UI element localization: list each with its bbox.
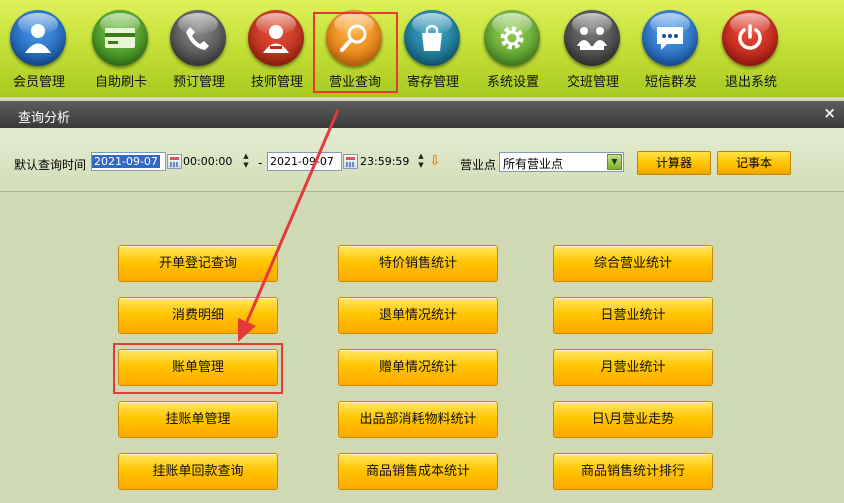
monthly-business-stats-button[interactable]: 月营业统计 xyxy=(553,349,713,386)
toolbar-label: 技师管理 xyxy=(250,75,303,90)
date-separator: - xyxy=(258,156,263,170)
notepad-button[interactable]: 记事本 xyxy=(717,151,791,175)
arrow-down-icon[interactable]: ⇩ xyxy=(429,153,441,169)
start-date-input[interactable]: 2021-09-07 xyxy=(91,152,166,171)
phone-icon xyxy=(170,10,226,66)
window-titlebar: 查询分析 × xyxy=(0,101,844,128)
chevron-down-icon[interactable]: ▼ xyxy=(607,154,622,170)
main-toolbar: 会员管理 自助刷卡 预订管理 技师管理 营业查询 寄存管理 系统设置 交班管理 … xyxy=(0,0,844,97)
window-title: 查询分析 xyxy=(18,111,71,126)
overall-business-stats-button[interactable]: 综合营业统计 xyxy=(553,245,713,282)
toolbar-label: 系统设置 xyxy=(486,75,539,90)
goods-cost-stats-button[interactable]: 商品销售成本统计 xyxy=(338,453,498,490)
gear-icon xyxy=(484,10,540,66)
toolbar-label: 预订管理 xyxy=(172,75,225,90)
close-icon[interactable]: × xyxy=(823,104,836,122)
calculator-button[interactable]: 计算器 xyxy=(637,151,711,175)
outlet-label: 营业点 xyxy=(460,158,497,172)
refund-stats-button[interactable]: 退单情况统计 xyxy=(338,297,498,334)
special-sales-stats-button[interactable]: 特价销售统计 xyxy=(338,245,498,282)
power-icon xyxy=(722,10,778,66)
gift-stats-button[interactable]: 赠单情况统计 xyxy=(338,349,498,386)
shift-icon xyxy=(564,10,620,66)
query-time-label: 默认查询时间 xyxy=(14,158,87,172)
bill-management-highlight-box xyxy=(113,343,283,394)
credit-repayment-query-button[interactable]: 挂账单回款查询 xyxy=(118,453,278,490)
end-time-input[interactable]: 23:59:59 xyxy=(360,152,415,171)
toolbar-booking-button[interactable]: 预订管理 xyxy=(162,0,236,92)
message-icon xyxy=(642,10,698,66)
calendar-icon[interactable] xyxy=(343,154,358,169)
end-time-spinner[interactable]: ▲ ▼ xyxy=(416,152,426,171)
toolbar-shift-button[interactable]: 交班管理 xyxy=(556,0,630,92)
toolbar-sms-button[interactable]: 短信群发 xyxy=(634,0,708,92)
bag-icon xyxy=(404,10,460,66)
card-icon xyxy=(92,10,148,66)
daily-business-stats-button[interactable]: 日营业统计 xyxy=(553,297,713,334)
end-date-input[interactable]: 2021-09-07 xyxy=(267,152,342,171)
toolbar-member-button[interactable]: 会员管理 xyxy=(2,0,76,92)
end-time-value: 23:59:59 xyxy=(360,155,410,168)
outlet-select[interactable]: 所有营业点 ▼ xyxy=(499,152,624,172)
toolbar-storage-button[interactable]: 寄存管理 xyxy=(396,0,470,92)
material-consumption-stats-button[interactable]: 出品部消耗物料统计 xyxy=(338,401,498,438)
open-order-query-button[interactable]: 开单登记查询 xyxy=(118,245,278,282)
toolbar-exit-button[interactable]: 退出系统 xyxy=(714,0,788,92)
outlet-value: 所有营业点 xyxy=(503,157,564,171)
goods-sales-ranking-button[interactable]: 商品销售统计排行 xyxy=(553,453,713,490)
start-date-value: 2021-09-07 xyxy=(92,155,160,168)
technician-icon xyxy=(248,10,304,66)
credit-bill-management-button[interactable]: 挂账单管理 xyxy=(118,401,278,438)
start-time-value: 00:00:00 xyxy=(183,155,233,168)
toolbar-label: 会员管理 xyxy=(12,75,65,90)
member-icon xyxy=(10,10,66,66)
start-time-spinner[interactable]: ▲ ▼ xyxy=(241,152,251,171)
toolbar-card-button[interactable]: 自助刷卡 xyxy=(84,0,158,92)
business-trend-button[interactable]: 日\月营业走势 xyxy=(553,401,713,438)
toolbar-label: 寄存管理 xyxy=(406,75,459,90)
start-time-input[interactable]: 00:00:00 xyxy=(183,152,240,171)
end-date-value: 2021-09-07 xyxy=(270,155,334,168)
calendar-icon[interactable] xyxy=(167,154,182,169)
toolbar-label: 交班管理 xyxy=(566,75,619,90)
toolbar-technician-button[interactable]: 技师管理 xyxy=(240,0,314,92)
consumption-detail-button[interactable]: 消费明细 xyxy=(118,297,278,334)
toolbar-label: 自助刷卡 xyxy=(94,75,147,90)
toolbar-settings-button[interactable]: 系统设置 xyxy=(476,0,550,92)
toolbar-label: 退出系统 xyxy=(724,75,777,90)
toolbar-label: 短信群发 xyxy=(644,75,697,90)
